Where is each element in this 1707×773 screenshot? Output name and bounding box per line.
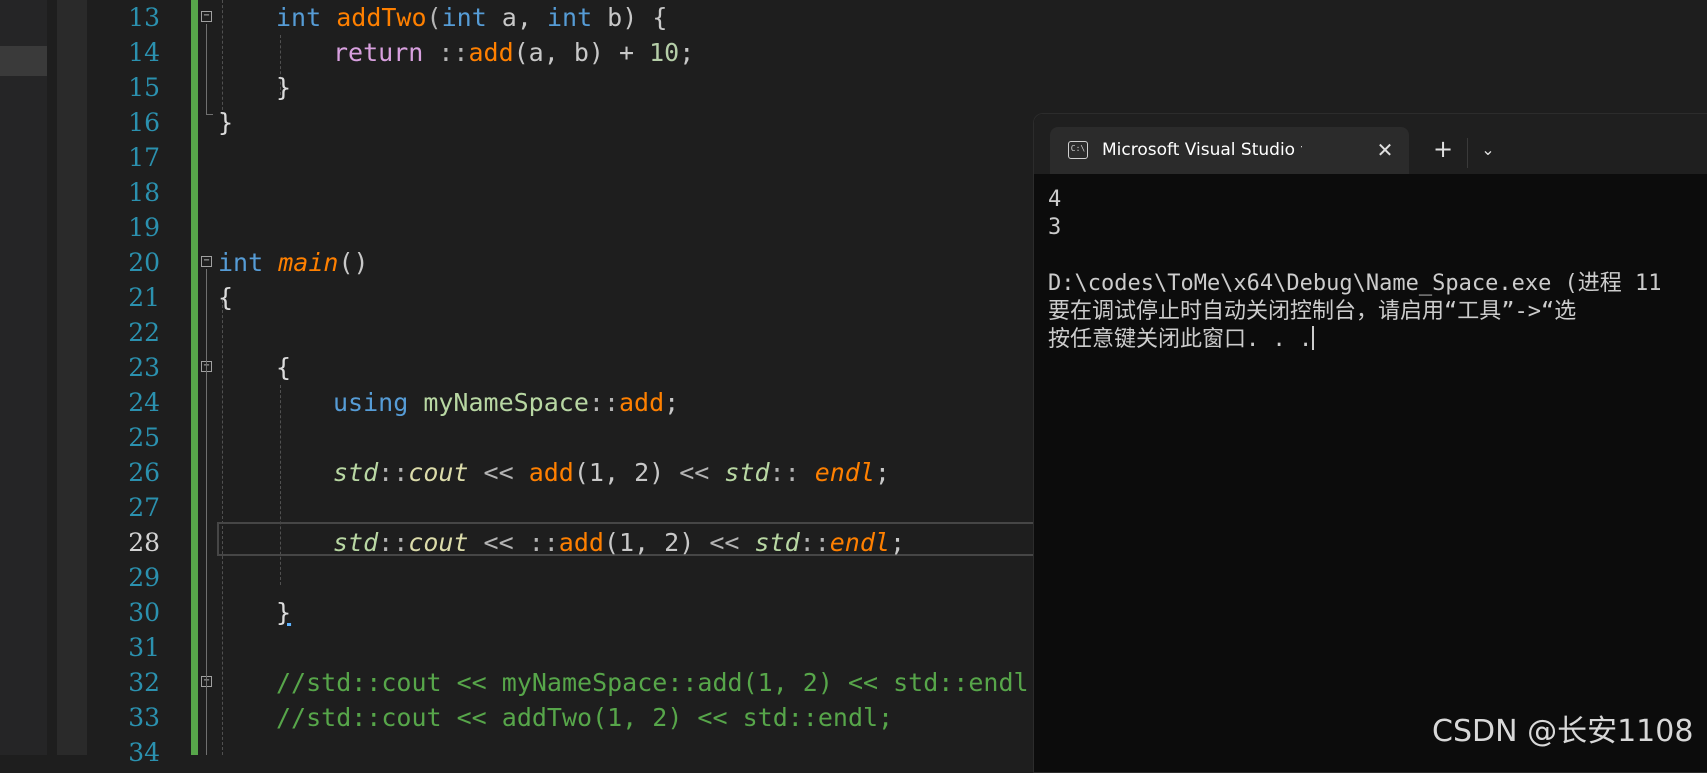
selected-item-highlight[interactable] bbox=[0, 46, 47, 76]
code-line-23: { bbox=[276, 353, 292, 382]
code-line-30: } bbox=[276, 598, 292, 627]
line-number-current: 28 bbox=[128, 528, 160, 557]
chevron-down-icon[interactable]: ⌄ bbox=[1474, 136, 1502, 164]
code-line-26: std::cout << add(1, 2) << std:: endl; bbox=[333, 458, 890, 487]
line-number: 34 bbox=[128, 738, 160, 767]
line-number: 33 bbox=[128, 703, 160, 732]
code-line-24: using myNameSpace::add; bbox=[333, 388, 680, 417]
fold-toggle-icon[interactable] bbox=[201, 11, 212, 22]
console-tab-bar: C:\ Microsoft Visual Studio 调试控制台 ✕ + ⌄ bbox=[1034, 114, 1707, 174]
watermark: CSDN @长安1108 bbox=[1432, 714, 1694, 749]
console-line: 要在调试停止时自动关闭控制台，请启用“工具”->“选 bbox=[1048, 299, 1577, 324]
console-tab[interactable]: C:\ Microsoft Visual Studio 调试控制台 ✕ bbox=[1050, 127, 1409, 174]
line-number: 17 bbox=[128, 143, 160, 172]
tab-separator bbox=[1467, 138, 1468, 168]
code-line-33-comment: //std::cout << addTwo(1, 2) << std::endl… bbox=[276, 703, 894, 732]
code-line-21: { bbox=[218, 283, 234, 312]
fold-region-end bbox=[206, 114, 213, 115]
line-number: 18 bbox=[128, 178, 160, 207]
line-number: 16 bbox=[128, 108, 160, 137]
line-number: 13 bbox=[128, 3, 160, 32]
line-number: 31 bbox=[128, 633, 160, 662]
fold-region-line bbox=[206, 24, 207, 114]
line-number: 24 bbox=[128, 388, 160, 417]
fold-toggle-icon[interactable] bbox=[201, 256, 212, 267]
console-tab-title: Microsoft Visual Studio 调试控制台 bbox=[1102, 140, 1302, 160]
line-number: 25 bbox=[128, 423, 160, 452]
fold-region-line bbox=[206, 269, 207, 755]
console-line: D:\codes\ToMe\x64\Debug\Name_Space.exe (… bbox=[1048, 271, 1662, 296]
line-number: 20 bbox=[128, 248, 160, 277]
code-line-32-comment: //std::cout << myNameSpace::add(1, 2) <<… bbox=[276, 668, 1044, 697]
console-line: 4 bbox=[1048, 187, 1062, 212]
code-line-16: } bbox=[218, 108, 234, 137]
code-line-13: int addTwo(int a, int b) { bbox=[276, 3, 668, 32]
line-number: 22 bbox=[128, 318, 160, 347]
line-number-gutter: 13 14 15 16 17 18 19 20 21 22 23 24 25 2… bbox=[87, 0, 160, 767]
code-line-20: int main() bbox=[218, 248, 369, 277]
console-output[interactable]: 4 3 D:\codes\ToMe\x64\Debug\Name_Space.e… bbox=[1048, 186, 1707, 354]
console-line-prompt: 按任意键关闭此窗口. . . bbox=[1048, 326, 1315, 352]
line-number: 21 bbox=[128, 283, 160, 312]
line-number: 14 bbox=[128, 38, 160, 67]
code-line-28: std::cout << ::add(1, 2) << std::endl; bbox=[333, 528, 906, 557]
line-number: 15 bbox=[128, 73, 160, 102]
change-tracking-bar bbox=[191, 0, 198, 755]
console-app-icon: C:\ bbox=[1068, 141, 1088, 159]
line-number: 29 bbox=[128, 563, 160, 592]
line-number: 19 bbox=[128, 213, 160, 242]
editor-left-gutter bbox=[47, 0, 57, 755]
plus-icon[interactable]: + bbox=[1429, 136, 1457, 164]
indicator-margin[interactable] bbox=[57, 0, 87, 755]
text-cursor bbox=[1312, 326, 1315, 350]
debug-console-window[interactable]: C:\ Microsoft Visual Studio 调试控制台 ✕ + ⌄ … bbox=[1033, 113, 1707, 773]
code-line-15: } bbox=[276, 73, 292, 102]
line-number: 23 bbox=[128, 353, 160, 382]
code-line-14: return ::add(a, b) + 10; bbox=[333, 38, 695, 67]
line-number: 30 bbox=[128, 598, 160, 627]
line-number: 26 bbox=[128, 458, 160, 487]
console-line: 3 bbox=[1048, 215, 1062, 240]
solution-explorer-edge bbox=[0, 0, 47, 755]
line-number: 32 bbox=[128, 668, 160, 697]
line-number: 27 bbox=[128, 493, 160, 522]
close-icon[interactable]: ✕ bbox=[1372, 137, 1398, 163]
indent-guide bbox=[222, 0, 223, 115]
